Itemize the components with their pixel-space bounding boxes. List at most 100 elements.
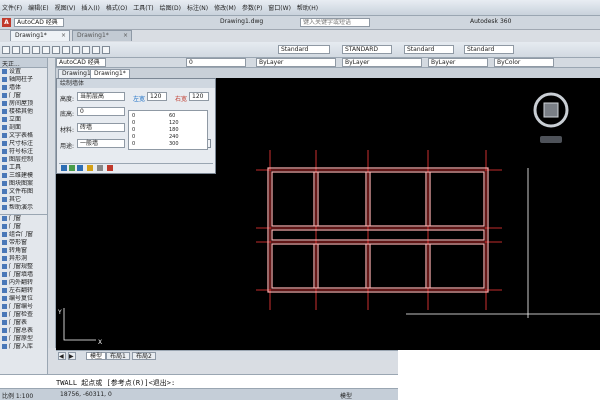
pan-icon[interactable] [62,46,70,54]
menu-tools[interactable]: 工具(T) [133,3,153,12]
palette-door-item[interactable]: 异形洞 [0,255,47,263]
palette-item[interactable]: 图层控制 [0,156,47,164]
palette-item[interactable]: 剖面 [0,124,47,132]
palette-door-item[interactable]: 门窗入库 [0,343,47,351]
palette-item[interactable]: 尺寸标注 [0,140,47,148]
layer-icon[interactable] [102,46,110,54]
workspace-select[interactable]: AutoCAD 经典 [14,18,64,27]
palette-door-item[interactable]: 编号复位 [0,295,47,303]
pick-icon[interactable] [87,165,93,171]
palette-item[interactable]: 立面 [0,116,47,124]
menu-dimension[interactable]: 标注(N) [187,3,208,12]
scale-readout[interactable]: 比例 1:100 [2,391,33,400]
drawing-tab-2[interactable]: Drawing1* [90,69,130,78]
print-icon[interactable] [32,46,40,54]
palette-door-item[interactable]: 门窗检查 [0,311,47,319]
tab-layout1[interactable]: 布局1 [106,352,130,360]
menu-parametric[interactable]: 参数(P) [242,3,262,12]
menu-window[interactable]: 窗口(W) [268,3,291,12]
palette-door-item[interactable]: 门窗原型 [0,335,47,343]
palette-item[interactable]: 三维建模 [0,172,47,180]
palette-item[interactable]: 房间屋顶 [0,100,47,108]
list-row[interactable]: 0 60 [129,113,209,119]
color-select[interactable]: ByLayer [256,58,336,67]
palette-door-item[interactable]: 门窗表 [0,319,47,327]
dim-style-select[interactable]: STANDARD [342,45,392,54]
viewcube-face-icon[interactable] [543,102,559,118]
close-icon[interactable]: × [123,32,128,39]
palette-item[interactable]: 文字表格 [0,132,47,140]
palette-item-doors[interactable]: 门窗 [0,214,47,223]
palette-door-item[interactable]: 带形窗 [0,239,47,247]
rect-wall-icon[interactable] [69,165,75,171]
match-icon[interactable] [92,46,100,54]
layer-select[interactable]: 0 [186,58,246,67]
open-icon[interactable] [12,46,20,54]
prev-tab-icon[interactable]: ◀ [58,352,66,360]
palette-door-item[interactable]: 门窗 [0,223,47,231]
model-toggle[interactable]: 模型 [340,391,352,400]
menu-help[interactable]: 帮助(H) [297,3,318,12]
list-row[interactable]: 0 240 [129,134,209,140]
wcs-badge[interactable] [540,136,562,143]
palette-door-item[interactable]: 门窗总表 [0,327,47,335]
menu-file[interactable]: 文件(F) [2,3,22,12]
new-icon[interactable] [2,46,10,54]
text-style-select[interactable]: Standard [278,45,330,54]
palette-door-item[interactable]: 门窗编号 [0,303,47,311]
palette-item[interactable]: 楼梯其他 [0,108,47,116]
brand-link[interactable]: Autodesk 360 [470,18,511,25]
palette-door-item[interactable]: 左右翻转 [0,287,47,295]
base-input[interactable]: 0 [77,107,125,116]
height-select[interactable]: 当前层高 [77,92,125,101]
plotstyle-select[interactable]: ByColor [494,58,554,67]
close-icon[interactable]: × [61,32,66,39]
list-row[interactable]: 0 180 [129,127,209,133]
palette-item[interactable]: 符号标注 [0,148,47,156]
palette-item[interactable]: 工具 [0,164,47,172]
palette-item[interactable]: 墙体 [0,84,47,92]
menu-modify[interactable]: 修改(M) [214,3,236,12]
list-row[interactable]: 0 300 [129,141,209,147]
search-input[interactable]: 键入关键字或短语 [300,18,370,27]
palette-item[interactable]: 设置 [0,68,47,76]
app-logo-icon[interactable]: A [2,18,11,27]
palette-item[interactable]: 帮助演示 [0,204,47,212]
menu-insert[interactable]: 插入(I) [81,3,99,12]
palette-item[interactable]: 图块图案 [0,180,47,188]
viewcube[interactable] [530,88,572,148]
usage-select[interactable]: 一般墙 [77,139,125,148]
material-select[interactable]: 砖墙 [77,123,125,132]
tab-drawing1-inactive[interactable]: Drawing1* × [72,30,132,41]
tab-drawing1-active[interactable]: Drawing1* × [10,30,70,41]
menu-draw[interactable]: 绘图(D) [160,3,181,12]
settings-icon[interactable] [97,165,103,171]
palette-scrollbar[interactable] [48,58,56,348]
multileader-style-select[interactable]: Standard [464,45,514,54]
palette-door-item[interactable]: 门窗规整 [0,263,47,271]
save-icon[interactable] [22,46,30,54]
lineweight-select[interactable]: ByLayer [428,58,488,67]
right-width-input[interactable]: 120 [189,92,209,101]
width-values-list[interactable]: 0 60 0 120 0 180 0 240 0 300 [128,110,208,150]
close-dialog-icon[interactable] [107,165,113,171]
wall-icon[interactable] [61,165,67,171]
undo-icon[interactable] [42,46,50,54]
properties-icon[interactable] [82,46,90,54]
redo-icon[interactable] [52,46,60,54]
palette-door-item[interactable]: 内外翻转 [0,279,47,287]
palette-item[interactable]: 门窗 [0,92,47,100]
palette-door-item[interactable]: 门窗填墙 [0,271,47,279]
tab-layout2[interactable]: 布局2 [132,352,156,360]
palette-door-item[interactable]: 组合门窗 [0,231,47,239]
menu-format[interactable]: 格式(O) [106,3,127,12]
linetype-select[interactable]: ByLayer [342,58,422,67]
zoom-icon[interactable] [72,46,80,54]
table-style-select[interactable]: Standard [404,45,454,54]
list-row[interactable]: 0 120 [129,120,209,126]
palette-item[interactable]: 轴网柱子 [0,76,47,84]
arc-wall-icon[interactable] [77,165,83,171]
palette-item[interactable]: 文件布图 [0,188,47,196]
left-width-input[interactable]: 120 [147,92,167,101]
palette-item[interactable]: 其它 [0,196,47,204]
